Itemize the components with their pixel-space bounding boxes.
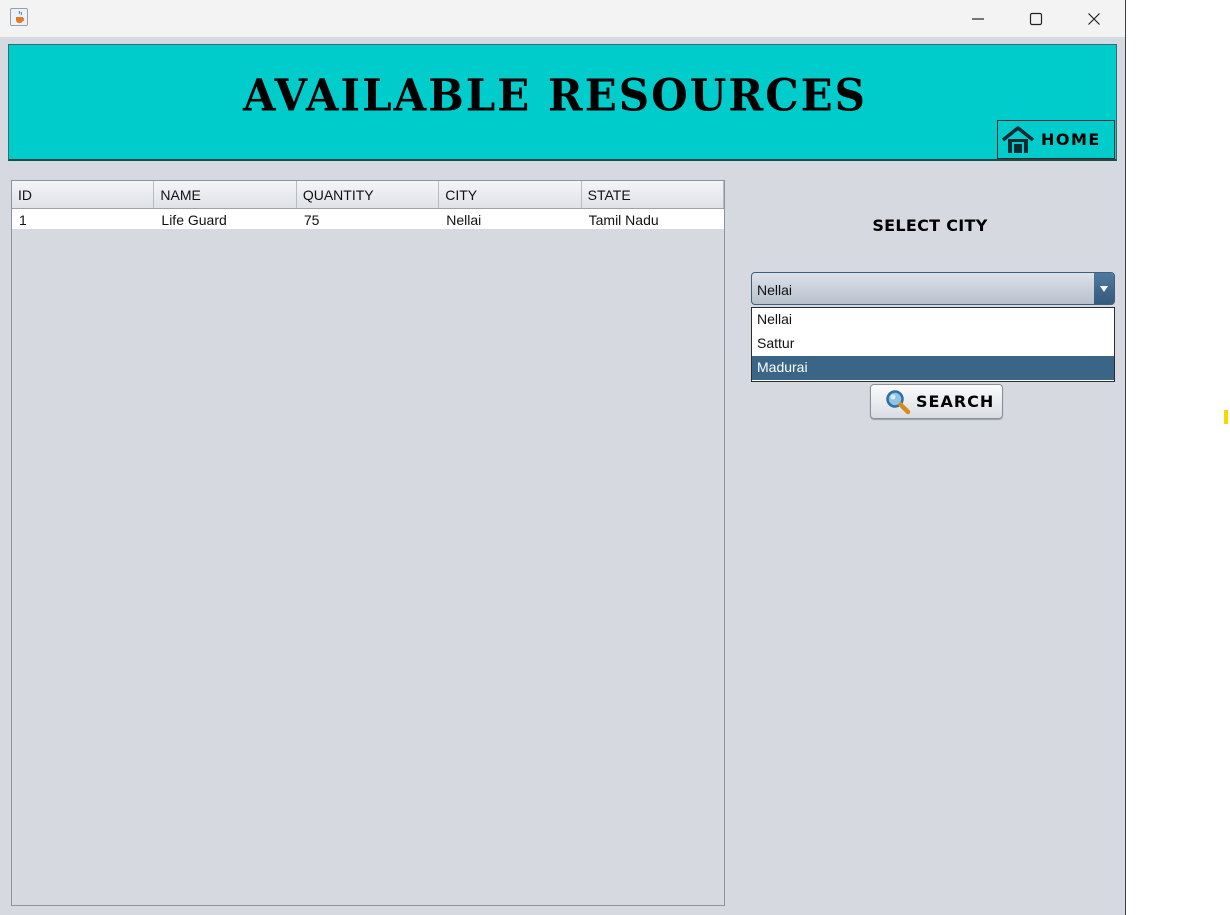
column-header-quantity[interactable]: QUANTITY [297, 181, 440, 208]
city-select[interactable]: Nellai [751, 272, 1115, 305]
city-dropdown-list: Nellai Sattur Madurai [751, 307, 1115, 382]
search-button[interactable]: SEARCH [870, 384, 1003, 419]
cell-state[interactable]: Tamil Nadu [582, 209, 724, 229]
column-header-state[interactable]: STATE [582, 181, 725, 208]
table-header: ID NAME QUANTITY CITY STATE [12, 181, 725, 209]
resources-table[interactable]: ID NAME QUANTITY CITY STATE 1 Life Guard… [11, 180, 725, 906]
chevron-down-icon [1100, 285, 1108, 292]
home-button[interactable]: HOME [997, 120, 1115, 159]
cell-name[interactable]: Life Guard [154, 209, 296, 229]
maximize-icon [1029, 12, 1043, 25]
background-edge-mark [1224, 410, 1228, 424]
java-cup-icon[interactable] [10, 8, 28, 26]
select-city-label: SELECT CITY [872, 216, 988, 235]
minimize-icon [972, 17, 984, 20]
column-header-city[interactable]: CITY [439, 181, 582, 208]
search-label: SEARCH [916, 392, 995, 411]
city-option-sattur[interactable]: Sattur [752, 332, 1114, 356]
app-window: AVAILABLE RESOURCES HOME ID NAME QUANTIT… [0, 0, 1126, 915]
cell-quantity[interactable]: 75 [297, 209, 439, 229]
city-option-nellai[interactable]: Nellai [752, 308, 1114, 332]
city-option-madurai[interactable]: Madurai [752, 356, 1114, 380]
column-header-id[interactable]: ID [12, 181, 155, 208]
home-icon [1001, 125, 1035, 153]
close-button[interactable] [1065, 0, 1123, 37]
title-bar [0, 0, 1125, 37]
cell-city[interactable]: Nellai [439, 209, 581, 229]
cell-id[interactable]: 1 [12, 209, 154, 229]
table-row[interactable]: 1 Life Guard 75 Nellai Tamil Nadu [12, 209, 724, 229]
home-label: HOME [1041, 130, 1101, 149]
minimize-button[interactable] [949, 0, 1007, 37]
page-title: AVAILABLE RESOURCES [242, 69, 867, 122]
close-icon [1088, 12, 1100, 25]
city-select-value: Nellai [757, 282, 793, 298]
maximize-button[interactable] [1007, 0, 1065, 37]
dropdown-arrow[interactable] [1094, 273, 1114, 304]
column-header-name[interactable]: NAME [154, 181, 297, 208]
magnifier-icon [886, 389, 911, 414]
header-banner: AVAILABLE RESOURCES HOME [8, 44, 1117, 161]
